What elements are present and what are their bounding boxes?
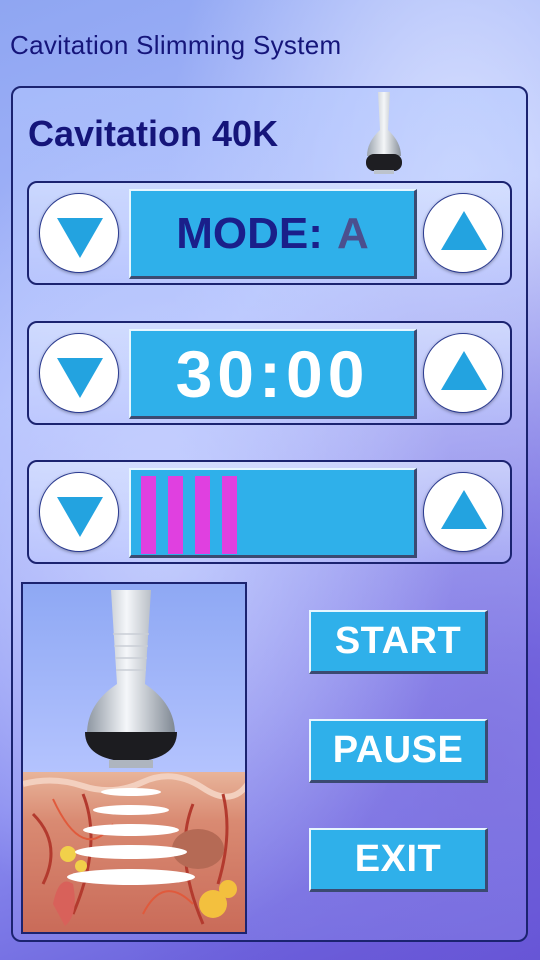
treatment-illustration — [21, 582, 247, 934]
triangle-down-icon — [57, 218, 103, 258]
triangle-up-icon — [441, 211, 487, 250]
cavitation-probe-thumbnail — [366, 92, 402, 174]
intensity-decrease-button[interactable] — [39, 472, 119, 552]
exit-button[interactable]: EXIT — [309, 828, 488, 892]
intensity-control-row — [27, 460, 512, 564]
timer-value: 30:00 — [175, 336, 370, 411]
cavitation-probe-image — [85, 590, 177, 768]
mode-display: MODE: A — [129, 189, 417, 279]
intensity-increase-button[interactable] — [423, 472, 503, 552]
triangle-up-icon — [441, 351, 487, 390]
mode-increase-button[interactable] — [423, 193, 503, 273]
intensity-level-bar — [168, 476, 183, 554]
triangle-down-icon — [57, 358, 103, 398]
device-name: Cavitation 40K — [28, 113, 279, 154]
app-title: Cavitation Slimming System — [10, 30, 342, 60]
timer-control-row: 30:00 — [27, 321, 512, 425]
triangle-up-icon — [441, 490, 487, 529]
start-button[interactable]: START — [309, 610, 488, 674]
intensity-level-bar — [222, 476, 237, 554]
triangle-down-icon — [57, 497, 103, 537]
mode-label: MODE: — [176, 208, 323, 258]
timer-decrease-button[interactable] — [39, 333, 119, 413]
intensity-level-bar — [141, 476, 156, 554]
mode-value: A — [336, 208, 369, 258]
timer-increase-button[interactable] — [423, 333, 503, 413]
intensity-level-bar — [195, 476, 210, 554]
intensity-level-display — [129, 468, 417, 558]
timer-display: 30:00 — [129, 329, 417, 419]
pause-button[interactable]: PAUSE — [309, 719, 488, 783]
mode-decrease-button[interactable] — [39, 193, 119, 273]
mode-control-row: MODE: A — [27, 181, 512, 285]
